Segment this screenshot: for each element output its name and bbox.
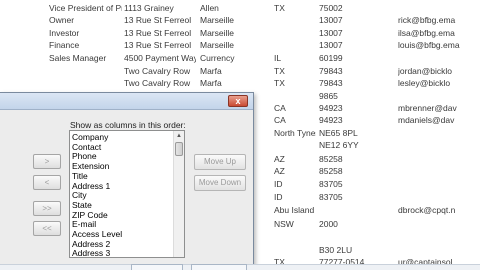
table-cell: Finance: [49, 40, 80, 50]
list-item[interactable]: Company: [72, 132, 108, 142]
list-item[interactable]: Access Level: [72, 229, 122, 239]
table-cell: 83705: [319, 192, 343, 202]
table-cell: 85258: [319, 166, 343, 176]
columns-label: Show as columns in this order:: [70, 120, 186, 130]
dialog-title-bar[interactable]: x: [0, 93, 253, 110]
column-order-dialog: x Show as columns in this order: Company…: [0, 92, 254, 270]
table-row[interactable]: Two Cavalry Row Marfa TX 79843 lesley@bicklo: [0, 77, 480, 90]
table-cell: 13 Rue St Ferreol: [124, 15, 192, 25]
table-cell: 13007: [319, 40, 343, 50]
table-cell: 79843: [319, 78, 343, 88]
table-cell: AZ: [274, 166, 285, 176]
ok-button[interactable]: [131, 264, 183, 270]
table-cell: lesley@bicklo: [398, 78, 451, 88]
table-cell: ID: [274, 179, 283, 189]
table-cell: louis@bfbg.ema: [398, 40, 460, 50]
table-cell: NE12 6YY: [319, 140, 359, 150]
scroll-up-arrow-icon[interactable]: ▲: [174, 131, 184, 141]
list-item[interactable]: Phone: [72, 151, 97, 161]
move-up-button[interactable]: Move Up: [194, 154, 246, 170]
table-cell: 13 Rue St Ferreol: [124, 40, 192, 50]
list-item[interactable]: Contact: [72, 142, 101, 152]
columns-list-scrollbar[interactable]: ▲: [173, 131, 184, 257]
table-row[interactable]: Finance 13 Rue St Ferreol Marseille 13007 lo…: [0, 39, 480, 52]
scroll-thumb[interactable]: [175, 142, 183, 156]
table-cell: NSW: [274, 219, 294, 229]
table-cell: rick@bfbg.ema: [398, 15, 456, 25]
list-item[interactable]: Title: [72, 171, 88, 181]
table-cell: Marseille: [200, 15, 235, 25]
table-cell: 13007: [319, 15, 343, 25]
table-cell: dbrock@cpqt.n: [398, 205, 456, 215]
table-cell: Marseille: [200, 40, 235, 50]
table-cell: 2000: [319, 219, 338, 229]
columns-list[interactable]: Company Contact Phone Extension Title Address…: [69, 130, 185, 258]
table-cell: 4500 Payment Way: [124, 53, 196, 63]
cancel-button[interactable]: [191, 264, 247, 270]
move-left-button[interactable]: <: [33, 175, 61, 190]
table-cell: TX: [274, 78, 285, 88]
table-cell: Owner: [49, 15, 75, 25]
list-item[interactable]: Extension: [72, 161, 109, 171]
close-button[interactable]: x: [228, 95, 248, 107]
list-item[interactable]: E-mail: [72, 219, 96, 229]
list-item[interactable]: Address 2: [72, 239, 110, 249]
table-cell: 94923: [319, 115, 343, 125]
list-item[interactable]: ZIP Code: [72, 210, 108, 220]
table-cell: ID: [274, 192, 283, 202]
table-cell: CA: [274, 115, 286, 125]
table-cell: IL: [274, 53, 282, 63]
table-row[interactable]: Owner 13 Rue St Ferreol Marseille 13007 rick…: [0, 14, 480, 27]
list-item[interactable]: Address 1: [72, 181, 110, 191]
table-cell: Abu Island: [274, 205, 315, 215]
table-cell: 83705: [319, 179, 343, 189]
table-row[interactable]: Sales Manager 4500 Payment Way Currency IL 6…: [0, 52, 480, 65]
table-cell: Sales Manager: [49, 53, 107, 63]
move-right-button[interactable]: >: [33, 154, 61, 169]
list-item[interactable]: Address 3: [72, 248, 110, 257]
table-cell: Two Cavalry Row: [124, 78, 191, 88]
table-cell: mdaniels@dav: [398, 115, 455, 125]
list-item[interactable]: City: [72, 190, 87, 200]
table-cell: Marfa: [200, 78, 222, 88]
table-cell: Currency: [200, 53, 235, 63]
table-cell: 60199: [319, 53, 343, 63]
list-item[interactable]: State: [72, 200, 92, 210]
move-down-button[interactable]: Move Down: [194, 175, 246, 191]
